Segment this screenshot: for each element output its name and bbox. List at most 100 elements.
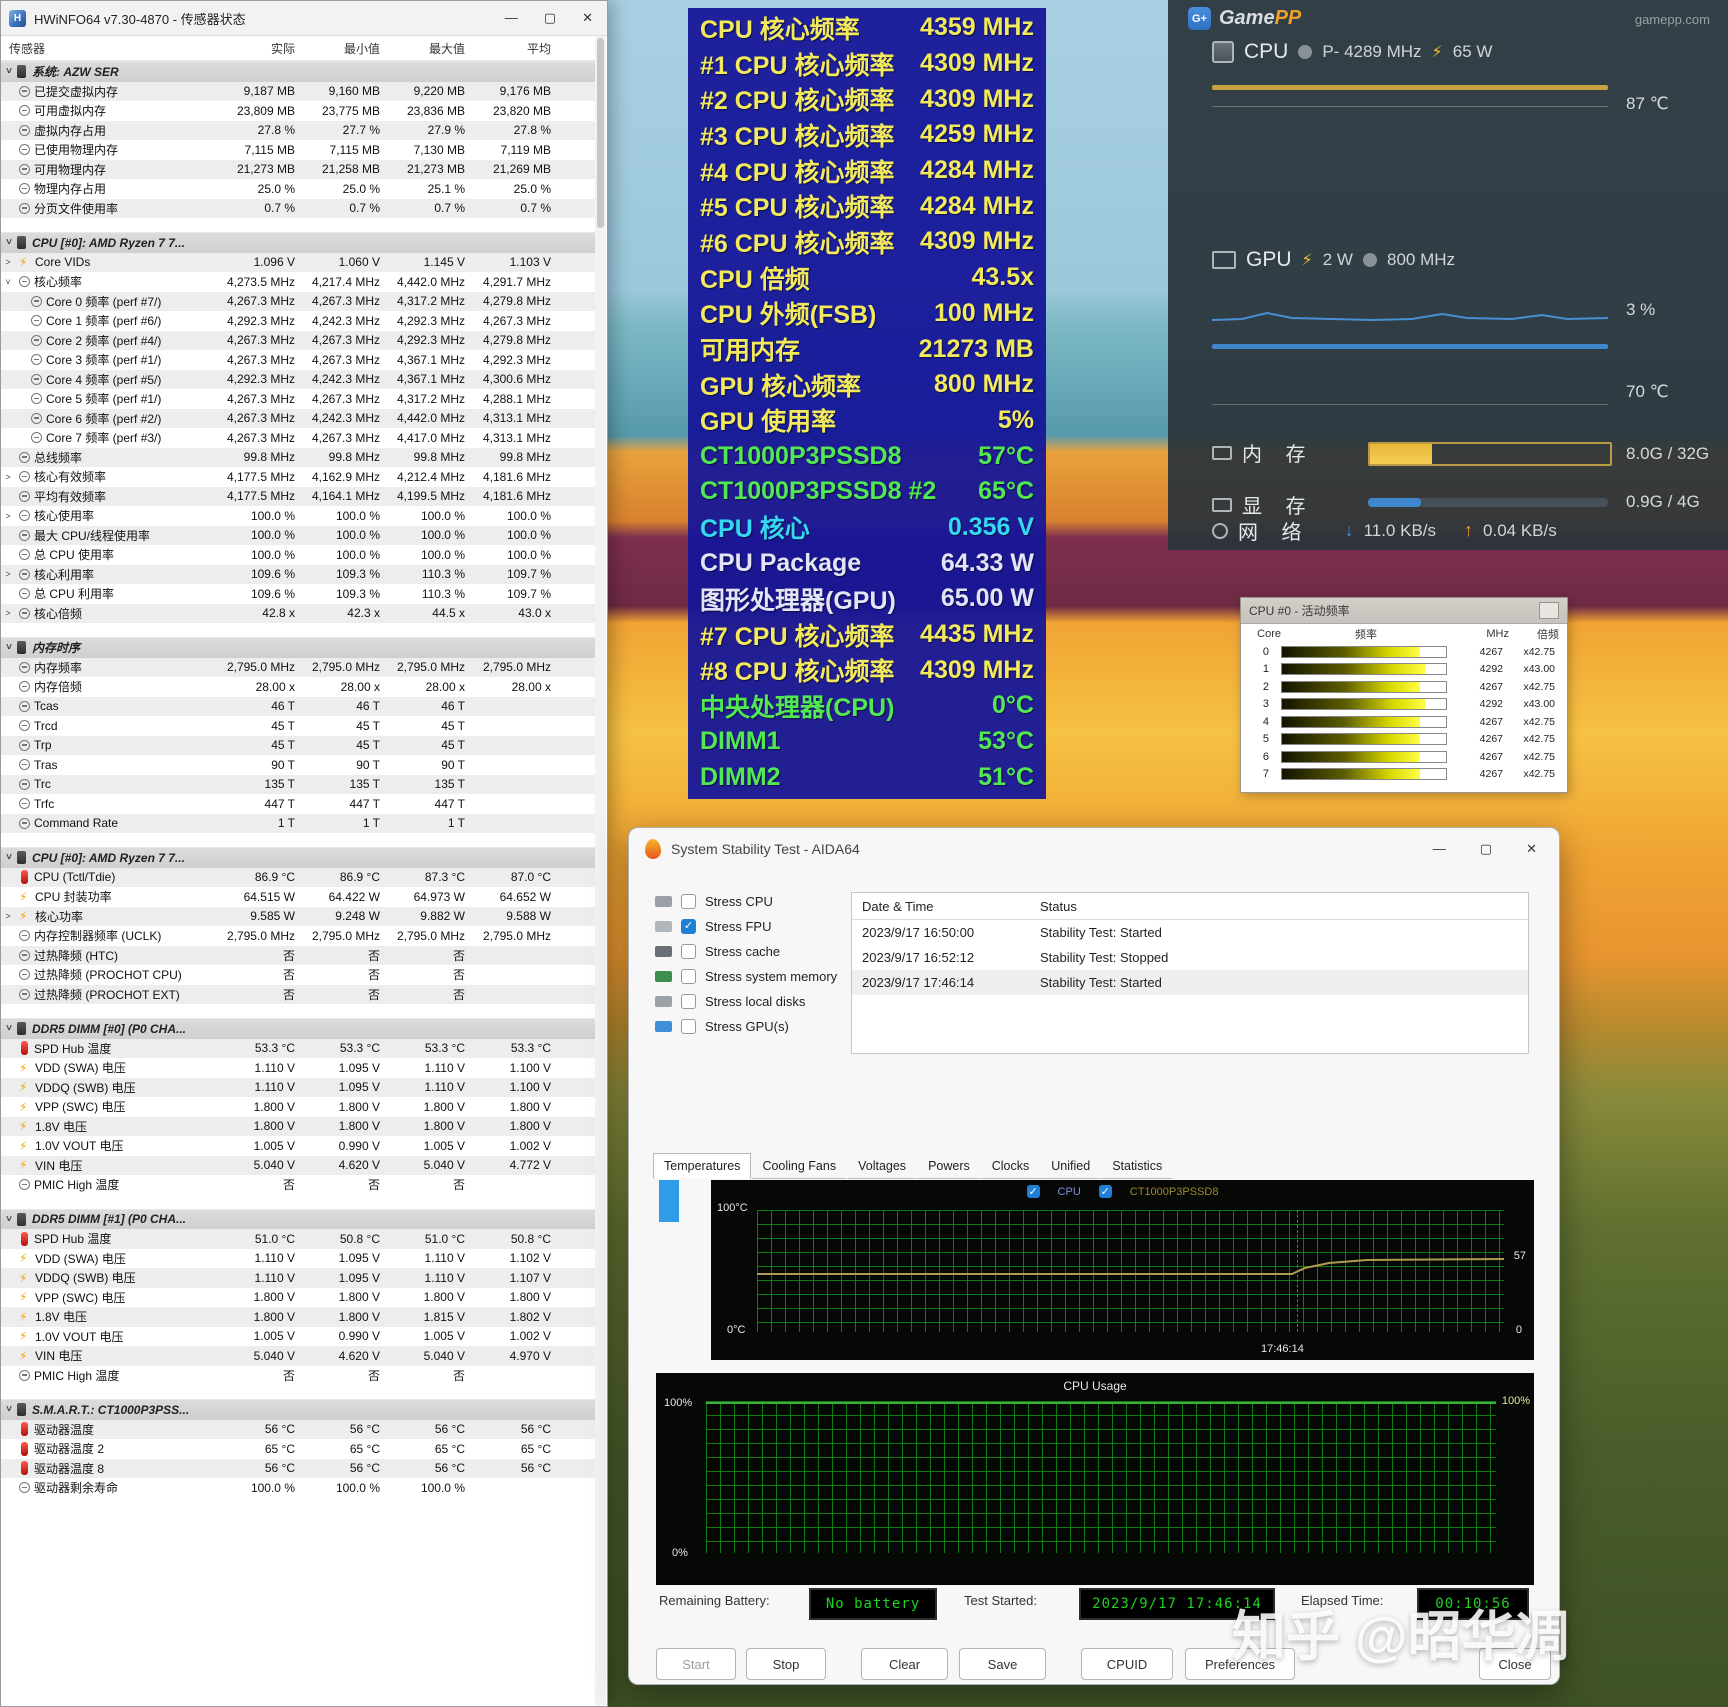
sensor-row[interactable]: Command Rate 1 T 1 T 1 T (1, 813, 597, 833)
tab-unified[interactable]: Unified (1040, 1153, 1102, 1179)
close-icon[interactable]: ✕ (1526, 841, 1537, 857)
expand-icon[interactable]: > (1, 257, 15, 267)
log-row[interactable]: 2023/9/17 17:46:14 Stability Test: Starte… (852, 970, 1528, 995)
chevron-down-icon[interactable]: ˅ (1, 852, 17, 863)
stop-button[interactable]: Stop (746, 1648, 826, 1680)
hwinfo-titlebar[interactable]: H HWiNFO64 v7.30-4870 - 传感器状态 — ▢ ✕ (1, 1, 607, 36)
sensor-row[interactable]: 1.0V VOUT 电压 1.005 V 0.990 V 1.005 V 1.002 V (1, 1136, 597, 1156)
corefreq-titlebar[interactable]: CPU #0 - 活动频率 (1241, 598, 1567, 624)
chevron-down-icon[interactable]: ˅ (1, 237, 17, 248)
section-header[interactable]: ˅ DDR5 DIMM [#0] (P0 CHA... (1, 1018, 597, 1039)
sensor-row[interactable]: VPP (SWC) 电压 1.800 V 1.800 V 1.800 V 1.800 V (1, 1097, 597, 1117)
checkbox[interactable] (681, 1019, 696, 1034)
sensor-row[interactable]: Tcas 46 T 46 T 46 T (1, 696, 597, 716)
sensor-row[interactable]: ˅ 核心频率 4,273.5 MHz 4,217.4 MHz 4,442.0 MHz 4,… (1, 272, 597, 292)
sensor-row[interactable]: 已使用物理内存 7,115 MB 7,115 MB 7,130 MB 7,119 MB (1, 140, 597, 160)
sensor-row[interactable]: 已提交虚拟内存 9,187 MB 9,160 MB 9,220 MB 9,176 MB (1, 81, 597, 101)
checkbox[interactable] (681, 994, 696, 1009)
sensor-row[interactable]: > 核心使用率 100.0 % 100.0 % 100.0 % 100.0 % (1, 506, 597, 526)
sensor-row[interactable]: 物理内存占用 25.0 % 25.0 % 25.1 % 25.0 % (1, 179, 597, 199)
minimize-icon[interactable]: — (505, 10, 518, 26)
checkbox[interactable] (681, 944, 696, 959)
hwinfo-column-headers[interactable]: 传感器 实际 最小值 最大值 平均 (1, 36, 607, 61)
sensor-row[interactable]: > Core VIDs 1.096 V 1.060 V 1.145 V 1.103 V (1, 252, 597, 272)
start-button[interactable]: Start (656, 1648, 736, 1680)
tab-temperatures[interactable]: Temperatures (653, 1153, 752, 1179)
section-header[interactable]: ˅ 系统: AZW SER (1, 61, 597, 82)
tab-statistics[interactable]: Statistics (1101, 1153, 1174, 1179)
ssd-series-checkbox[interactable]: ✓ (1098, 1185, 1112, 1198)
sensor-row[interactable]: Core 4 频率 (perf #5/) 4,292.3 MHz 4,242.3 M… (1, 369, 597, 389)
sensor-row[interactable]: > 核心功率 9.585 W 9.248 W 9.882 W 9.588 W (1, 906, 597, 926)
sensor-row[interactable]: 内存倍频 28.00 x 28.00 x 28.00 x 28.00 x (1, 677, 597, 697)
section-header[interactable]: ˅ CPU [#0]: AMD Ryzen 7 7... (1, 847, 597, 868)
corefreq-button[interactable] (1539, 602, 1559, 619)
sensor-row[interactable]: 总 CPU 利用率 109.6 % 109.3 % 110.3 % 109.7 % (1, 584, 597, 604)
sensor-row[interactable]: 1.8V 电压 1.800 V 1.800 V 1.815 V 1.802 V (1, 1307, 597, 1327)
checkbox[interactable]: ✓ (681, 919, 696, 934)
sensor-row[interactable]: SPD Hub 温度 53.3 °C 53.3 °C 53.3 °C 53.3 °C (1, 1038, 597, 1058)
maximize-icon[interactable]: ▢ (1480, 841, 1492, 857)
sensor-row[interactable]: CPU 封装功率 64.515 W 64.422 W 64.973 W 64.652 W (1, 887, 597, 907)
sensor-row[interactable]: VDD (SWA) 电压 1.110 V 1.095 V 1.110 V 1.102 V (1, 1249, 597, 1269)
section-header[interactable]: ˅ CPU [#0]: AMD Ryzen 7 7... (1, 232, 597, 253)
checkbox[interactable] (681, 894, 696, 909)
maximize-icon[interactable]: ▢ (544, 10, 556, 26)
expand-icon[interactable]: > (1, 911, 15, 921)
sensor-row[interactable]: VIN 电压 5.040 V 4.620 V 5.040 V 4.772 V (1, 1155, 597, 1175)
sensor-row[interactable]: Core 6 频率 (perf #2/) 4,267.3 MHz 4,242.3 M… (1, 408, 597, 428)
tab-cooling-fans[interactable]: Cooling Fans (751, 1153, 848, 1179)
sensor-row[interactable]: Core 0 频率 (perf #7/) 4,267.3 MHz 4,267.3 M… (1, 291, 597, 311)
sensor-row[interactable]: VDDQ (SWB) 电压 1.110 V 1.095 V 1.110 V 1.107 … (1, 1268, 597, 1288)
sensor-row[interactable]: VDD (SWA) 电压 1.110 V 1.095 V 1.110 V 1.100 V (1, 1058, 597, 1078)
sensor-row[interactable]: SPD Hub 温度 51.0 °C 50.8 °C 51.0 °C 50.8 °C (1, 1229, 597, 1249)
sensor-row[interactable]: 驱动器剩余寿命 100.0 % 100.0 % 100.0 % (1, 1478, 597, 1498)
sensor-row[interactable]: 1.0V VOUT 电压 1.005 V 0.990 V 1.005 V 1.002 V (1, 1327, 597, 1347)
chevron-down-icon[interactable]: ˅ (1, 642, 17, 653)
expand-icon[interactable]: > (1, 569, 15, 579)
expand-icon[interactable]: > (1, 472, 15, 482)
chart-scrollbar-thumb[interactable] (659, 1180, 679, 1222)
sensor-row[interactable]: 1.8V 电压 1.800 V 1.800 V 1.800 V 1.800 V (1, 1116, 597, 1136)
sensor-row[interactable]: > 核心倍频 42.8 x 42.3 x 44.5 x 43.0 x (1, 603, 597, 623)
section-header[interactable]: ˅ DDR5 DIMM [#1] (P0 CHA... (1, 1208, 597, 1229)
section-header[interactable]: ˅ 内存时序 (1, 637, 597, 658)
sensor-row[interactable]: > 核心利用率 109.6 % 109.3 % 110.3 % 109.7 % (1, 564, 597, 584)
expand-icon[interactable]: > (1, 511, 15, 521)
sensor-row[interactable]: > 核心有效频率 4,177.5 MHz 4,162.9 MHz 4,212.4 MHz… (1, 467, 597, 487)
sensor-row[interactable]: VPP (SWC) 电压 1.800 V 1.800 V 1.800 V 1.800 V (1, 1288, 597, 1308)
sensor-row[interactable]: Trcd 45 T 45 T 45 T (1, 716, 597, 736)
aida64-titlebar[interactable]: System Stability Test - AIDA64 — ▢ ✕ (629, 828, 1559, 870)
expand-icon[interactable]: ˅ (1, 277, 15, 287)
sensor-row[interactable]: PMIC High 温度 否 否 否 (1, 1366, 597, 1386)
sensor-row[interactable]: 过热降频 (PROCHOT EXT) 否 否 否 (1, 984, 597, 1004)
sensor-row[interactable]: Core 1 频率 (perf #6/) 4,292.3 MHz 4,242.3 M… (1, 311, 597, 331)
section-header[interactable]: ˅ S.M.A.R.T.: CT1000P3PSS... (1, 1399, 597, 1420)
tab-clocks[interactable]: Clocks (980, 1153, 1041, 1179)
sensor-row[interactable]: 内存控制器频率 (UCLK) 2,795.0 MHz 2,795.0 MHz 2,79… (1, 926, 597, 946)
close-icon[interactable]: ✕ (582, 10, 593, 26)
sensor-row[interactable]: 总 CPU 使用率 100.0 % 100.0 % 100.0 % 100.0 % (1, 545, 597, 565)
chevron-down-icon[interactable]: ˅ (1, 66, 17, 77)
sensor-row[interactable]: 分页文件使用率 0.7 % 0.7 % 0.7 % 0.7 % (1, 198, 597, 218)
sensor-row[interactable]: Trc 135 T 135 T 135 T (1, 774, 597, 794)
sensor-row[interactable]: 驱动器温度 8 56 °C 56 °C 56 °C 56 °C (1, 1458, 597, 1478)
cpuid-button[interactable]: CPUID (1081, 1648, 1173, 1680)
sensor-row[interactable]: 可用虚拟内存 23,809 MB 23,775 MB 23,836 MB 23,820 … (1, 101, 597, 121)
sensor-row[interactable]: 驱动器温度 2 65 °C 65 °C 65 °C 65 °C (1, 1439, 597, 1459)
tab-powers[interactable]: Powers (917, 1153, 981, 1179)
sensor-row[interactable]: 内存频率 2,795.0 MHz 2,795.0 MHz 2,795.0 MHz 2,7… (1, 657, 597, 677)
sensor-row[interactable]: Tras 90 T 90 T 90 T (1, 755, 597, 775)
sensor-row[interactable]: PMIC High 温度 否 否 否 (1, 1175, 597, 1195)
sensor-row[interactable]: 虚拟内存占用 27.8 % 27.7 % 27.9 % 27.8 % (1, 120, 597, 140)
sensor-row[interactable]: Core 5 频率 (perf #1/) 4,267.3 MHz 4,267.3 M… (1, 389, 597, 409)
sensor-row[interactable]: 过热降频 (PROCHOT CPU) 否 否 否 (1, 965, 597, 985)
minimize-icon[interactable]: — (1433, 841, 1446, 857)
sensor-row[interactable]: 过热降频 (HTC) 否 否 否 (1, 945, 597, 965)
hwinfo-scrollbar[interactable] (595, 36, 606, 1705)
sensor-row[interactable]: VIN 电压 5.040 V 4.620 V 5.040 V 4.970 V (1, 1346, 597, 1366)
log-row[interactable]: 2023/9/17 16:52:12 Stability Test: Stoppe… (852, 945, 1528, 970)
sensor-row[interactable]: 总线频率 99.8 MHz 99.8 MHz 99.8 MHz 99.8 MHz (1, 447, 597, 467)
sensor-row[interactable]: 平均有效频率 4,177.5 MHz 4,164.1 MHz 4,199.5 MHz 4… (1, 486, 597, 506)
hwinfo-scrollbar-thumb[interactable] (597, 38, 604, 228)
